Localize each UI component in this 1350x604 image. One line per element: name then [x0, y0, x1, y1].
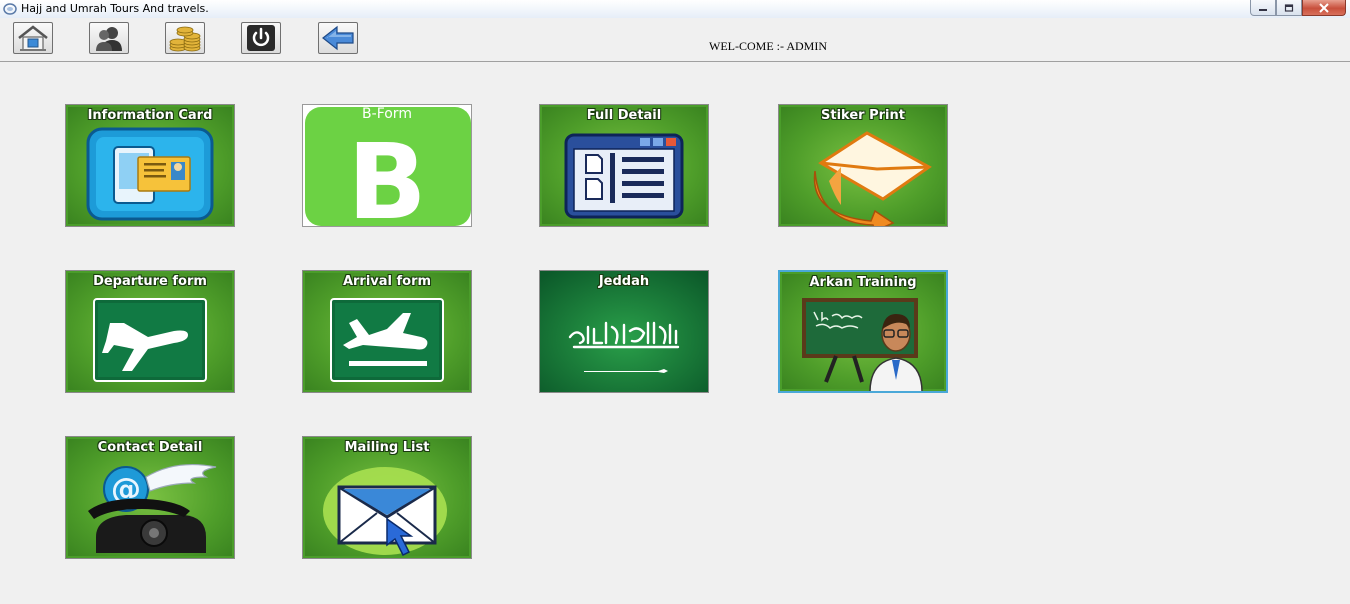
home-icon [18, 25, 48, 51]
teacher-blackboard-icon [802, 298, 923, 391]
b-form-icon: B [303, 105, 471, 227]
minimize-button[interactable] [1250, 0, 1276, 16]
tile-label: Jeddah [598, 274, 650, 289]
airplane-arrival-icon [330, 298, 444, 382]
information-card-tile[interactable]: Information Card [65, 104, 235, 227]
welcome-text: WEL-COME :- ADMIN [709, 39, 827, 53]
user-icon [96, 27, 122, 51]
departure-form-tile[interactable]: Departure form [65, 270, 235, 393]
id-card-icon [86, 127, 214, 221]
users-button[interactable] [89, 22, 129, 54]
tile-label: Mailing List [344, 440, 430, 455]
tile-label: Full Detail [586, 108, 662, 123]
arkan-training-tile[interactable]: Arkan Training [778, 270, 948, 393]
mail-click-icon [323, 467, 447, 557]
arrival-form-tile[interactable]: Arrival form [302, 270, 472, 393]
airplane-departure-icon [93, 298, 207, 382]
phone-email-icon: @ [88, 463, 217, 553]
tile-label: Stiker Print [821, 108, 905, 123]
power-icon [247, 25, 275, 51]
contact-detail-tile[interactable]: @ Contact Detail [65, 436, 235, 559]
back-arrow-icon [322, 25, 354, 51]
stiker-print-tile[interactable]: Stiker Print [778, 104, 948, 227]
full-detail-tile[interactable]: Full Detail [539, 104, 709, 227]
saudi-flag-icon [540, 271, 708, 392]
home-button[interactable] [13, 22, 53, 54]
form-window-icon [564, 133, 684, 219]
power-button[interactable] [241, 22, 281, 54]
window-controls [1250, 0, 1346, 16]
tile-label: B-Form [362, 106, 412, 122]
payments-button[interactable] [165, 22, 205, 54]
close-button[interactable] [1302, 0, 1346, 16]
tile-label: Departure form [93, 274, 207, 289]
app-icon [3, 3, 17, 15]
b-form-tile[interactable]: B B-Form [302, 104, 472, 227]
maximize-button[interactable] [1276, 0, 1302, 16]
tile-label: Contact Detail [97, 440, 203, 455]
tile-label: Arkan Training [809, 275, 917, 290]
b-letter: B [347, 121, 426, 227]
window-title: Hajj and Umrah Tours And travels. [21, 2, 209, 15]
tile-label: Information Card [87, 108, 213, 123]
envelope-print-icon [813, 131, 932, 226]
coins-icon [169, 26, 201, 52]
title-bar: Hajj and Umrah Tours And travels. [0, 0, 1350, 19]
toolbar: WEL-COME :- ADMIN [0, 18, 1350, 62]
jeddah-tile[interactable]: Jeddah [539, 270, 709, 393]
back-button[interactable] [318, 22, 358, 54]
tile-label: Arrival form [342, 274, 432, 289]
mailing-list-tile[interactable]: Mailing List [302, 436, 472, 559]
